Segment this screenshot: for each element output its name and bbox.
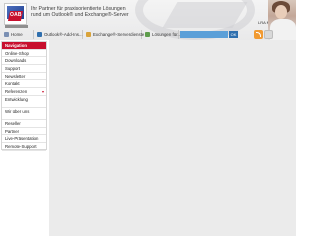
sidebar-item-live-praesentation[interactable]: Live-Präsentation [2, 135, 46, 143]
search-button[interactable]: OK [229, 31, 238, 38]
solutions-icon [145, 32, 150, 37]
tab-exchange-serverdienste[interactable]: Exchange®-Serverdienste [84, 30, 145, 39]
search-input[interactable] [180, 31, 228, 38]
sidebar-item-entwicklung[interactable]: Entwicklung [2, 96, 46, 108]
page-footer [0, 236, 296, 246]
sidebar-item-kontakt[interactable]: Kontakt [2, 80, 46, 89]
tab-label: Home [11, 32, 23, 37]
header: OAB Ihr Partner für praxisorientierte Lö… [0, 0, 296, 40]
sidebar-item-label: Entwicklung [5, 96, 28, 102]
tab-loesungen[interactable]: Lösungen für... [143, 30, 182, 39]
exchange-icon [86, 32, 91, 37]
sidebar-item-partner[interactable]: Partner [2, 128, 46, 136]
social-share-icon[interactable] [264, 30, 273, 39]
sidebar-item-referenzen[interactable]: Referenzen [2, 88, 46, 96]
sidebar-item-newsletter[interactable]: Newsletter [2, 73, 46, 81]
sidebar-item-label: Referenzen [5, 89, 28, 95]
rss-icon[interactable] [254, 30, 263, 39]
sidebar-item-online-shop[interactable]: Online-Shop [2, 50, 46, 58]
company-logo[interactable]: OAB [4, 3, 29, 29]
sidebar-navigation: Navigation Online-Shop Downloads Support… [1, 41, 47, 151]
home-icon [4, 32, 9, 37]
sidebar-item-navigation[interactable]: Navigation [2, 42, 46, 50]
tab-home[interactable]: Home [2, 30, 34, 39]
tab-outlook-add-ins[interactable]: Outlook®-Add-Ins... [35, 30, 83, 39]
sidebar-item-remote-support[interactable]: Remote-Support [2, 143, 46, 151]
sidebar-item-reseller[interactable]: Reseller [2, 120, 46, 128]
outlook-icon [37, 32, 42, 37]
tab-label: Outlook®-Add-Ins... [44, 32, 83, 37]
main-content-area [49, 40, 296, 236]
page: OAB Ihr Partner für praxisorientierte Lö… [0, 0, 296, 246]
submenu-arrow-icon [42, 91, 44, 94]
sidebar-item-downloads[interactable]: Downloads [2, 57, 46, 66]
logo-text: OAB [10, 12, 22, 18]
tab-label: Lösungen für... [152, 32, 182, 37]
tab-label: Exchange®-Serverdienste [93, 32, 145, 37]
sidebar-item-wir-ueber-uns[interactable]: Wir über uns [2, 108, 46, 120]
sidebar-item-support[interactable]: Support [2, 65, 46, 73]
sidebar-item-label: Wir über uns [5, 108, 30, 114]
